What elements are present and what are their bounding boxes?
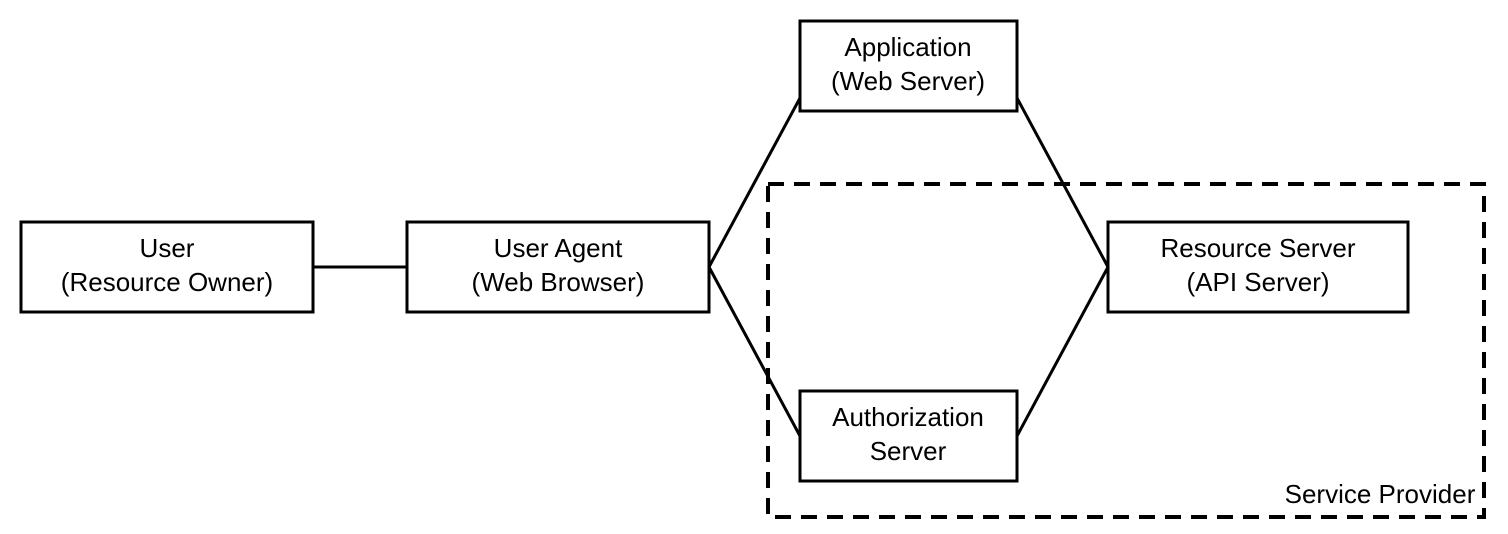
node-agent-line2: (Web Browser): [472, 267, 645, 297]
node-user-line2: (Resource Owner): [61, 267, 273, 297]
node-app-line1: Application: [844, 32, 971, 62]
node-user: User (Resource Owner): [21, 222, 313, 312]
node-user-line1: User: [140, 233, 195, 263]
node-auth-line1: Authorization: [832, 402, 984, 432]
node-application: Application (Web Server): [800, 21, 1017, 111]
service-provider-label: Service Provider: [1285, 479, 1476, 509]
edge-auth-to-resource: [1017, 267, 1108, 436]
edge-agent-to-auth: [709, 267, 800, 436]
node-user-agent: User Agent (Web Browser): [407, 222, 709, 312]
node-agent-line1: User Agent: [494, 233, 623, 263]
node-resource-server: Resource Server (API Server): [1108, 222, 1408, 312]
node-authorization-server: Authorization Server: [800, 391, 1017, 481]
edge-agent-to-app: [709, 98, 800, 267]
node-resource-line1: Resource Server: [1160, 233, 1355, 263]
oauth-architecture-diagram: Service Provider User (Resource Owner) U…: [0, 0, 1508, 534]
node-app-line2: (Web Server): [831, 66, 985, 96]
node-auth-line2: Server: [870, 436, 947, 466]
node-resource-line2: (API Server): [1186, 267, 1329, 297]
